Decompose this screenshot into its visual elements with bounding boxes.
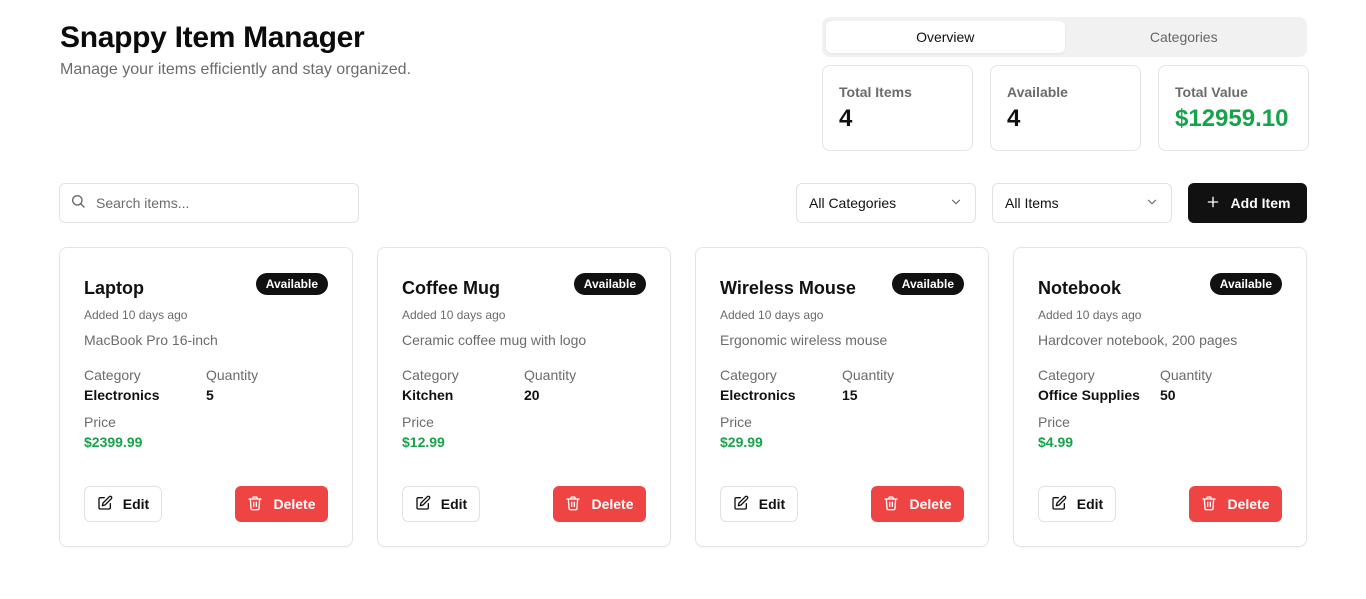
item-details: Category Electronics Quantity 5 <box>84 367 328 403</box>
item-description: Ceramic coffee mug with logo <box>402 332 587 348</box>
category-label: Category <box>1038 367 1095 383</box>
trash-icon <box>883 495 899 514</box>
status-filter-value: All Items <box>1005 195 1059 211</box>
edit-button[interactable]: Edit <box>402 486 480 522</box>
edit-button[interactable]: Edit <box>1038 486 1116 522</box>
search-box <box>59 183 359 223</box>
edit-icon <box>97 495 113 514</box>
delete-label: Delete <box>1227 496 1270 512</box>
item-description: MacBook Pro 16-inch <box>84 332 218 348</box>
category-value: Office Supplies <box>1038 387 1140 403</box>
category-label: Category <box>720 367 777 383</box>
tab-overview[interactable]: Overview <box>826 21 1065 53</box>
stat-label: Total Items <box>839 84 912 100</box>
trash-icon <box>247 495 263 514</box>
tab-categories[interactable]: Categories <box>1065 21 1304 53</box>
stat-label: Total Value <box>1175 84 1248 100</box>
category-value: Kitchen <box>402 387 454 403</box>
chevron-down-icon <box>1145 195 1159 212</box>
quantity-value: 20 <box>524 387 540 403</box>
stat-card-total-value: Total Value $12959.10 <box>1158 65 1309 151</box>
price-label: Price <box>84 414 116 430</box>
category-label: Category <box>402 367 459 383</box>
item-card: Wireless Mouse Available Added 10 days a… <box>695 247 989 547</box>
status-badge: Available <box>891 273 964 295</box>
quantity-label: Quantity <box>842 367 895 383</box>
quantity-value: 5 <box>206 387 214 403</box>
stat-card-total-items: Total Items 4 <box>822 65 973 151</box>
edit-icon <box>1051 495 1067 514</box>
price-value: $4.99 <box>1038 434 1074 450</box>
page-subtitle: Manage your items efficiently and stay o… <box>60 61 412 78</box>
stat-value: 4 <box>839 105 853 132</box>
stat-value: $12959.10 <box>1175 105 1289 132</box>
search-icon <box>70 193 86 214</box>
trash-icon <box>565 495 581 514</box>
price-label: Price <box>402 414 434 430</box>
item-details: Category Electronics Quantity 15 <box>720 367 964 403</box>
delete-label: Delete <box>591 496 634 512</box>
item-description: Hardcover notebook, 200 pages <box>1038 332 1238 348</box>
category-value: Electronics <box>720 387 796 403</box>
delete-button[interactable]: Delete <box>235 486 328 522</box>
status-badge: Available <box>1209 273 1282 295</box>
price-value: $2399.99 <box>84 434 143 450</box>
price-label: Price <box>720 414 752 430</box>
category-filter-value: All Categories <box>809 195 897 211</box>
item-description: Ergonomic wireless mouse <box>720 332 888 348</box>
delete-button[interactable]: Delete <box>1189 486 1282 522</box>
price-label: Price <box>1038 414 1070 430</box>
delete-label: Delete <box>273 496 316 512</box>
item-details: Category Kitchen Quantity 20 <box>402 367 646 403</box>
status-badge: Available <box>573 273 646 295</box>
plus-icon <box>1205 194 1221 213</box>
stat-card-available: Available 4 <box>990 65 1141 151</box>
category-value: Electronics <box>84 387 160 403</box>
search-input[interactable] <box>96 195 336 211</box>
item-card: Coffee Mug Available Added 10 days ago C… <box>377 247 671 547</box>
quantity-value: 15 <box>842 387 858 403</box>
status-badge: Available <box>255 273 328 295</box>
price-value: $29.99 <box>720 434 763 450</box>
item-added-date: Added 10 days ago <box>720 308 824 322</box>
item-added-date: Added 10 days ago <box>1038 308 1142 322</box>
trash-icon <box>1201 495 1217 514</box>
item-added-date: Added 10 days ago <box>402 308 506 322</box>
delete-button[interactable]: Delete <box>553 486 646 522</box>
price-value: $12.99 <box>402 434 445 450</box>
edit-icon <box>733 495 749 514</box>
edit-icon <box>415 495 431 514</box>
item-card: Notebook Available Added 10 days ago Har… <box>1013 247 1307 547</box>
edit-label: Edit <box>1076 496 1104 512</box>
edit-label: Edit <box>440 496 468 512</box>
quantity-label: Quantity <box>206 367 259 383</box>
item-added-date: Added 10 days ago <box>84 308 188 322</box>
edit-button[interactable]: Edit <box>720 486 798 522</box>
stats-row: Total Items 4 Available 4 Total Value $1… <box>822 65 1309 151</box>
item-details: Category Office Supplies Quantity 50 <box>1038 367 1282 403</box>
view-tabs: Overview Categories <box>822 17 1307 57</box>
category-label: Category <box>84 367 141 383</box>
edit-label: Edit <box>122 496 150 512</box>
add-item-label: Add Item <box>1230 195 1291 211</box>
edit-label: Edit <box>758 496 786 512</box>
status-filter-select[interactable]: All Items <box>992 183 1172 223</box>
page-header: Snappy Item Manager Manage your items ef… <box>60 20 411 79</box>
item-card: Laptop Available Added 10 days ago MacBo… <box>59 247 353 547</box>
chevron-down-icon <box>949 195 963 212</box>
quantity-value: 50 <box>1160 387 1176 403</box>
delete-button[interactable]: Delete <box>871 486 964 522</box>
stat-label: Available <box>1007 84 1068 100</box>
add-item-button[interactable]: Add Item <box>1188 183 1307 223</box>
stat-value: 4 <box>1007 105 1021 132</box>
quantity-label: Quantity <box>524 367 577 383</box>
category-filter-select[interactable]: All Categories <box>796 183 976 223</box>
item-grid: Laptop Available Added 10 days ago MacBo… <box>59 247 1307 547</box>
edit-button[interactable]: Edit <box>84 486 162 522</box>
page-title: Snappy Item Manager <box>60 21 365 54</box>
delete-label: Delete <box>909 496 952 512</box>
quantity-label: Quantity <box>1160 367 1213 383</box>
